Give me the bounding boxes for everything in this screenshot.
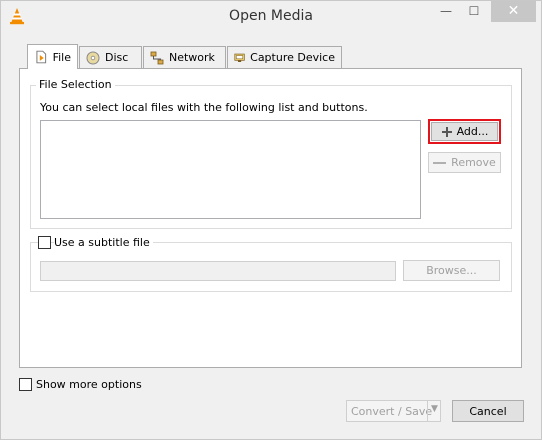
tab-disc-label: Disc bbox=[105, 51, 129, 64]
show-more-options-label: Show more options bbox=[36, 378, 142, 391]
close-button[interactable]: ✕ bbox=[491, 1, 536, 22]
use-subtitle-checkbox[interactable] bbox=[38, 236, 51, 249]
show-more-options-checkbox[interactable] bbox=[19, 378, 32, 391]
tab-file[interactable]: File bbox=[27, 44, 78, 69]
split-divider bbox=[427, 401, 428, 421]
maximize-button[interactable]: ☐ bbox=[461, 1, 487, 22]
remove-button[interactable]: Remove bbox=[428, 152, 501, 173]
network-icon bbox=[150, 51, 164, 64]
tab-disc[interactable]: Disc bbox=[79, 46, 142, 68]
file-selection-group-label: File Selection bbox=[36, 78, 115, 91]
tab-network[interactable]: Network bbox=[143, 46, 226, 68]
tab-capture-device-label: Capture Device bbox=[250, 51, 335, 64]
subtitle-file-field[interactable] bbox=[40, 261, 396, 281]
minus-icon bbox=[433, 161, 447, 164]
title-bar: Open Media — ☐ ✕ bbox=[1, 1, 541, 33]
convert-save-button[interactable]: Convert / Save ▼ bbox=[346, 400, 441, 422]
add-button-label: Add... bbox=[456, 125, 489, 138]
add-button[interactable]: Add... bbox=[431, 122, 498, 141]
cancel-button[interactable]: Cancel bbox=[452, 400, 524, 422]
use-subtitle-label: Use a subtitle file bbox=[54, 236, 153, 249]
window-title: Open Media bbox=[229, 8, 313, 24]
tab-capture-device[interactable]: Capture Device bbox=[227, 46, 342, 68]
capture-device-icon bbox=[234, 53, 245, 62]
tab-file-label: File bbox=[52, 50, 71, 64]
browse-button-label: Browse... bbox=[426, 264, 477, 277]
convert-save-label: Convert / Save bbox=[351, 404, 433, 418]
file-list[interactable] bbox=[40, 120, 421, 219]
cancel-button-label: Cancel bbox=[469, 404, 507, 418]
disc-icon bbox=[86, 51, 100, 64]
minimize-button[interactable]: — bbox=[433, 1, 459, 22]
dropdown-arrow-icon[interactable]: ▼ bbox=[431, 404, 438, 414]
browse-button[interactable]: Browse... bbox=[403, 260, 500, 281]
file-icon bbox=[36, 50, 47, 64]
plus-icon bbox=[441, 126, 452, 137]
tab-network-label: Network bbox=[169, 51, 215, 64]
file-selection-description: You can select local files with the foll… bbox=[40, 101, 368, 114]
open-media-dialog: Open Media — ☐ ✕ File Disc Network Captu… bbox=[0, 0, 542, 440]
remove-button-label: Remove bbox=[451, 156, 496, 169]
